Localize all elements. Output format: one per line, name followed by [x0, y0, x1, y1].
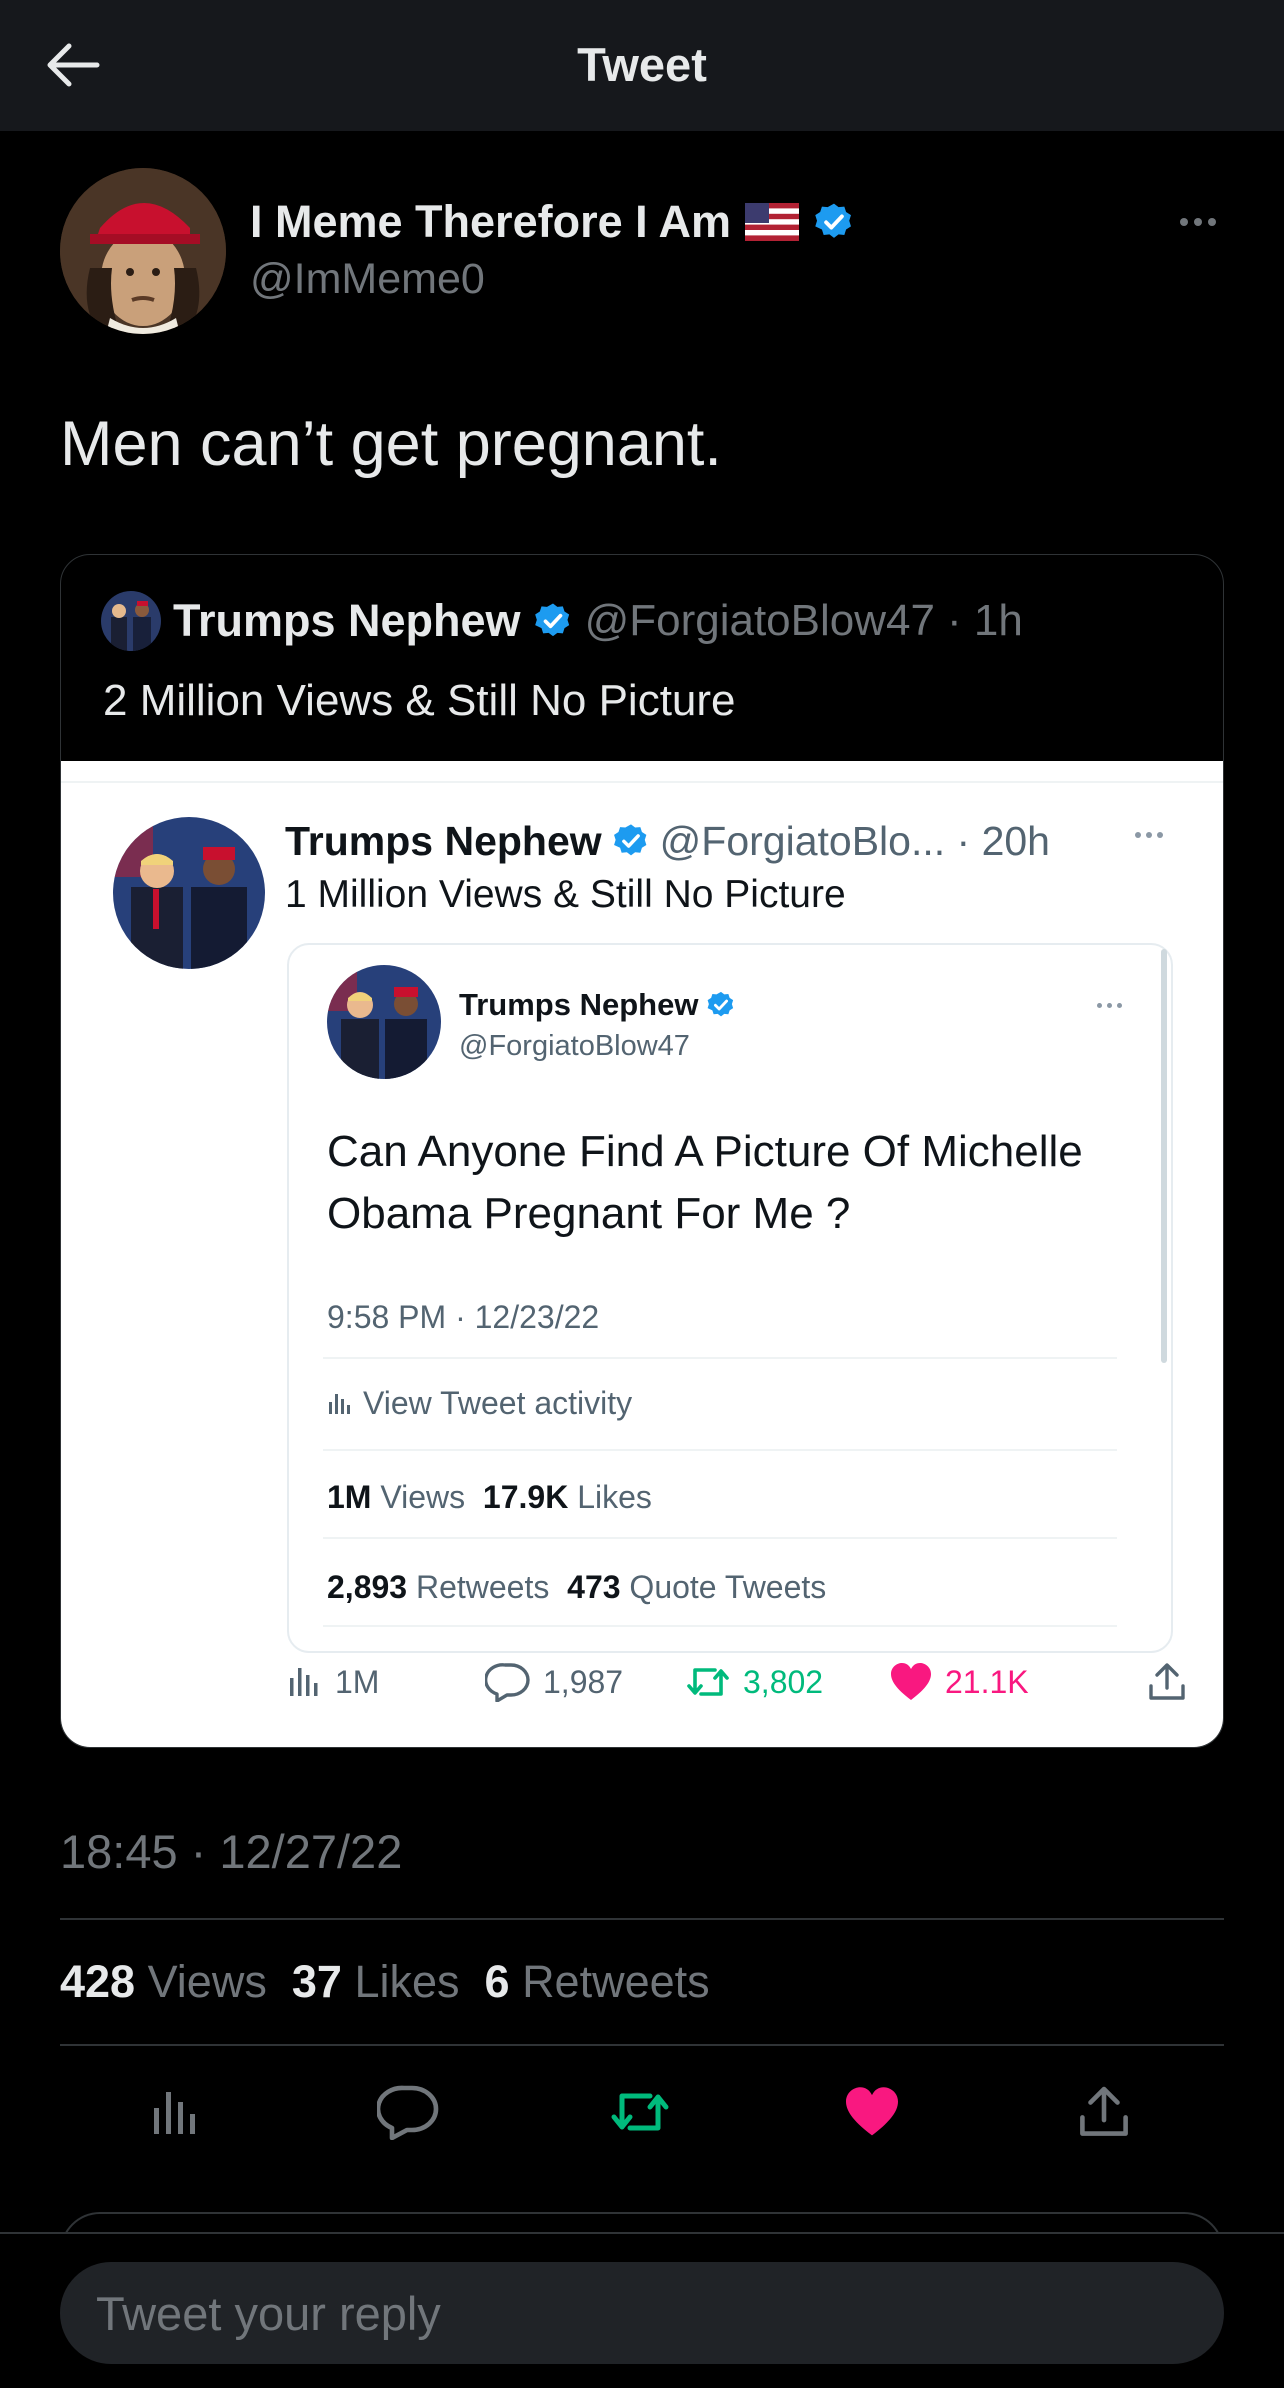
author-name[interactable]: I Meme Therefore I Am — [250, 192, 855, 252]
retweet-button[interactable] — [598, 2070, 682, 2154]
divider — [60, 2044, 1224, 2046]
quote-media-image[interactable]: Trumps Nephew @ForgiatoBlo... · 20h 1 Mi… — [61, 761, 1223, 1747]
like-button[interactable] — [830, 2070, 914, 2154]
screenshot-author-name: Trumps Nephew — [285, 818, 602, 864]
screenshot-likes-count: 21.1K — [945, 1663, 1029, 1700]
embedded-author-name-text: Trumps Nephew — [459, 987, 699, 1022]
retweets-label: Retweets — [415, 1569, 550, 1605]
more-icon — [1097, 995, 1137, 1015]
embedded-text-line: Obama Pregnant For Me ? — [327, 1189, 851, 1238]
screenshot-likes: 21.1K — [889, 1647, 1029, 1717]
scrollbar — [1161, 949, 1167, 1363]
views-stat[interactable]: 428 Views — [60, 1956, 267, 2007]
heart-icon — [843, 2086, 901, 2138]
retweet-icon — [608, 2084, 672, 2140]
analytics-button[interactable] — [134, 2070, 218, 2154]
more-icon — [1125, 823, 1173, 847]
back-button[interactable] — [40, 36, 106, 94]
view-activity-label: View Tweet activity — [363, 1385, 633, 1421]
reply-button[interactable] — [366, 2070, 450, 2154]
screenshot-header: Trumps Nephew @ForgiatoBlo... · 20h — [285, 813, 1050, 869]
avatar[interactable] — [60, 168, 226, 334]
divider — [323, 1357, 1117, 1359]
author-handle[interactable]: @ImMeme0 — [250, 252, 485, 306]
analytics-icon — [287, 1664, 323, 1700]
embedded-stats-row: 1M Views 17.9K Likes — [327, 1477, 652, 1517]
verified-badge-icon — [533, 601, 573, 641]
arrow-left-icon — [45, 42, 101, 88]
views-count: 428 — [60, 1956, 136, 2007]
reply-icon — [485, 1662, 531, 1702]
embedded-tweet-text: Can Anyone Find A Picture Of Michelle Ob… — [327, 1121, 1083, 1245]
retweets-stat[interactable]: 6 Retweets — [485, 1956, 710, 2007]
embedded-timestamp: 9:58 PM · 12/23/22 — [327, 1299, 600, 1335]
embedded-author-handle: @ForgiatoBlow47 — [459, 1030, 690, 1062]
share-icon — [1147, 1662, 1187, 1702]
embedded-author-name: Trumps Nephew — [459, 985, 736, 1025]
likes-count: 17.9K — [482, 1479, 569, 1515]
quote-header: Trumps Nephew @ForgiatoBlow47 · 1h — [61, 591, 1223, 651]
divider — [60, 1918, 1224, 1920]
views-count: 1M — [327, 1479, 372, 1515]
screenshot-retweets-count: 3,802 — [743, 1663, 824, 1700]
share-icon — [1077, 2085, 1131, 2139]
quotes-label: Quote Tweets — [629, 1569, 827, 1605]
screenshot-avatar — [113, 817, 265, 969]
divider — [323, 1449, 1117, 1451]
author-name-text: I Meme Therefore I Am — [250, 196, 731, 247]
embedded-avatar — [327, 965, 441, 1079]
likes-stat[interactable]: 37 Likes — [292, 1956, 460, 2007]
view-activity-row: View Tweet activity — [327, 1383, 632, 1423]
heart-icon — [889, 1662, 933, 1702]
quote-avatar — [101, 591, 161, 651]
screenshot-action-bar: 1M 1,987 3,802 21.1K — [287, 1647, 1187, 1717]
likes-label: Likes — [354, 1956, 460, 2007]
divider — [323, 1625, 1117, 1627]
analytics-icon — [327, 1390, 353, 1416]
screenshot-views-count: 1M — [335, 1663, 380, 1700]
verified-badge-icon — [612, 822, 650, 860]
quotes-count: 473 — [567, 1569, 621, 1605]
quote-author-name: Trumps Nephew — [173, 595, 521, 646]
screenshot-text: 1 Million Views & Still No Picture — [285, 873, 846, 916]
tweet-stats: 428 Views 37 Likes 6 Retweets — [60, 1954, 710, 2010]
quote-time: · 1h — [946, 596, 1023, 645]
us-flag-icon — [744, 203, 799, 241]
embedded-stats-row-2: 2,893 Retweets 473 Quote Tweets — [327, 1567, 826, 1607]
reply-input[interactable] — [60, 2262, 1224, 2364]
tweet-text: Men can’t get pregnant. — [60, 409, 722, 479]
reply-icon — [377, 2084, 439, 2140]
top-bar — [0, 0, 1284, 131]
divider — [61, 781, 1223, 783]
more-options-button[interactable] — [1168, 204, 1228, 240]
retweets-label: Retweets — [522, 1956, 710, 2007]
verified-badge-icon — [813, 201, 855, 243]
share-button[interactable] — [1062, 2070, 1146, 2154]
screenshot-replies: 1,987 — [485, 1647, 623, 1717]
verified-badge-icon — [706, 990, 736, 1020]
likes-count: 37 — [291, 1956, 342, 2007]
analytics-icon — [150, 2086, 202, 2138]
screenshot-views: 1M — [287, 1647, 379, 1717]
screenshot-share — [1147, 1647, 1187, 1717]
screenshot-retweets: 3,802 — [685, 1647, 823, 1717]
quote-author-handle: @ForgiatoBlow47 — [584, 596, 935, 645]
embedded-tweet: Trumps Nephew @ForgiatoBlow47 Can Anyone… — [287, 943, 1173, 1653]
quote-text: 2 Million Views & Still No Picture — [103, 676, 736, 725]
action-bar — [60, 2070, 1224, 2154]
retweets-count: 6 — [484, 1956, 510, 2007]
screenshot-replies-count: 1,987 — [543, 1663, 624, 1700]
retweet-icon — [685, 1662, 731, 1702]
tweet-timestamp[interactable]: 18:45 · 12/27/22 — [60, 1824, 402, 1880]
likes-label: Likes — [577, 1479, 652, 1515]
quote-tweet-card[interactable]: Trumps Nephew @ForgiatoBlow47 · 1h 2 Mil… — [60, 554, 1224, 1748]
screenshot-author-handle: @ForgiatoBlo... · 20h — [659, 818, 1050, 864]
divider — [323, 1537, 1117, 1539]
retweets-count: 2,893 — [327, 1569, 408, 1605]
views-label: Views — [147, 1956, 267, 2007]
views-label: Views — [380, 1479, 466, 1515]
embedded-text-line: Can Anyone Find A Picture Of Michelle — [327, 1127, 1083, 1176]
